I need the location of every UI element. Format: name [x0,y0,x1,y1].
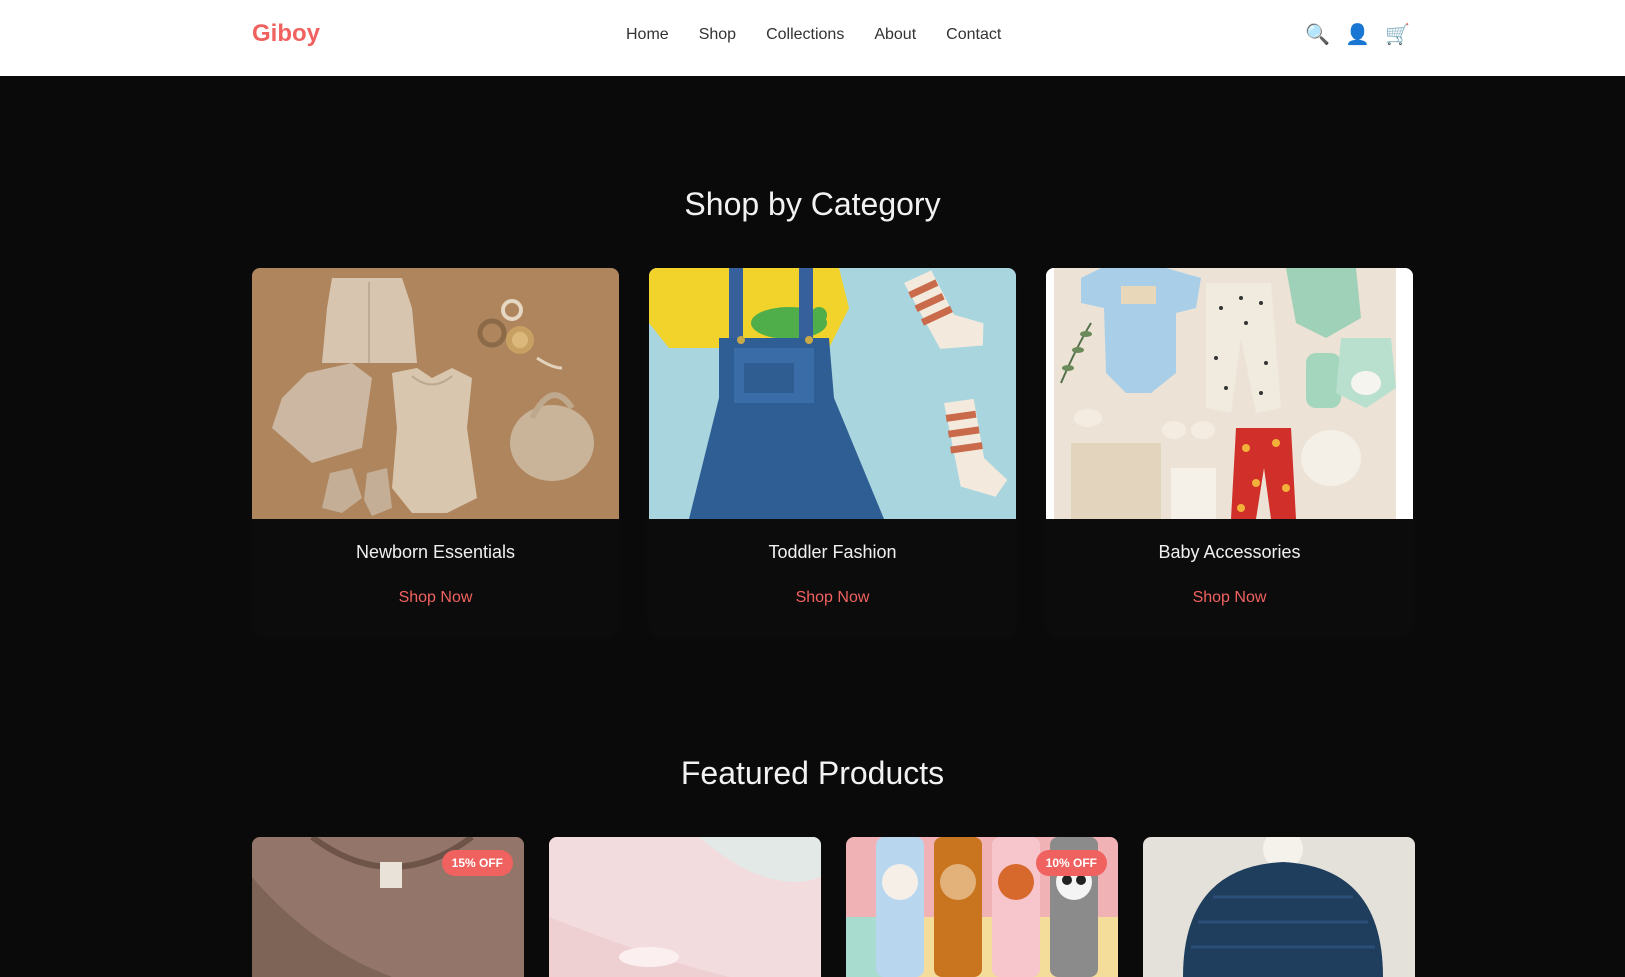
featured-section-title: Featured Products [680,755,945,791]
search-icon[interactable]: 🔍 [1305,22,1330,48]
category-image-accessories [1046,268,1413,519]
shop-now-link[interactable]: Shop Now [252,589,619,607]
category-grid: Newborn Essentials Shop Now Toddler Fash… [252,268,1413,631]
product-card[interactable] [1143,837,1415,977]
category-image-toddler [649,268,1016,519]
category-name: Toddler Fashion [768,542,897,562]
category-name: Baby Accessories [1158,542,1301,562]
nav-about[interactable]: About [874,26,916,44]
category-name: Newborn Essentials [355,542,516,562]
product-image [1143,837,1415,977]
shop-now-link[interactable]: Shop Now [1046,589,1413,607]
nav-home[interactable]: Home [626,26,669,44]
category-section-title: Shop by Category [684,186,941,222]
product-grid: 15% OFF 10% OFF [252,837,1415,977]
brand-logo[interactable]: Giboy [252,20,320,48]
product-card[interactable]: 15% OFF [252,837,524,977]
category-card-newborn[interactable]: Newborn Essentials Shop Now [252,268,619,631]
user-icon[interactable]: 👤 [1345,22,1370,48]
nav-shop[interactable]: Shop [699,26,736,44]
discount-badge: 10% OFF [1035,850,1107,876]
main-nav: Home Shop Collections About Contact [626,26,1001,44]
product-card[interactable] [549,837,821,977]
discount-badge: 15% OFF [441,850,513,876]
nav-contact[interactable]: Contact [946,26,1001,44]
product-card[interactable]: 10% OFF [846,837,1118,977]
category-card-toddler[interactable]: Toddler Fashion Shop Now [649,268,1016,631]
nav-collections[interactable]: Collections [766,26,844,44]
product-image [549,837,821,977]
cart-icon[interactable]: 🛒 [1385,22,1410,48]
site-header: Giboy Home Shop Collections About Contac… [0,0,1625,76]
header-icons: 🔍 👤 🛒 [1305,22,1410,48]
category-card-accessories[interactable]: Baby Accessories Shop Now [1046,268,1413,631]
category-image-newborn [252,268,619,519]
shop-now-link[interactable]: Shop Now [649,589,1016,607]
